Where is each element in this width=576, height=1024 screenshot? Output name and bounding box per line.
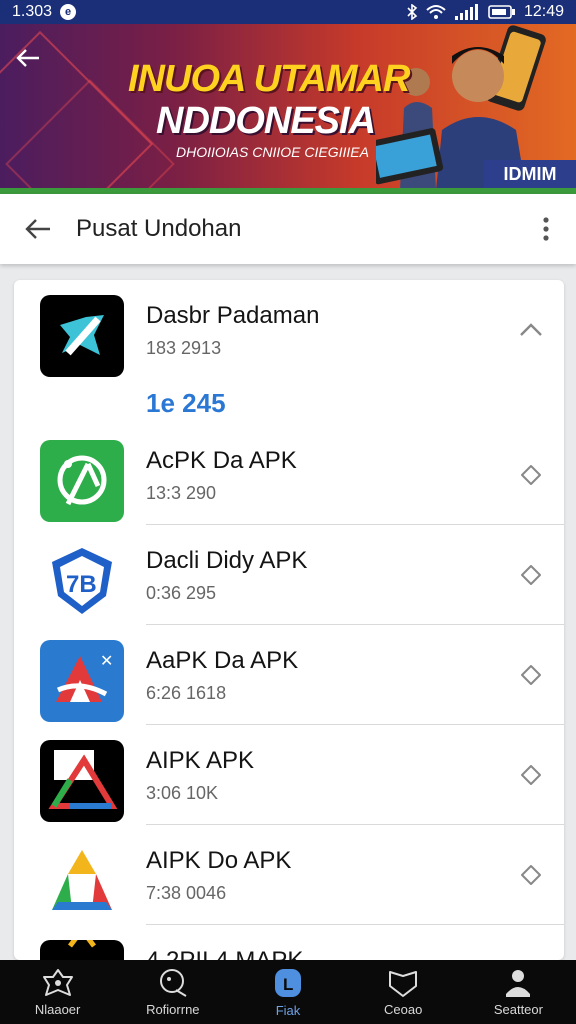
flower-icon [42, 968, 73, 996]
diamond-icon [521, 565, 541, 585]
shield-heart-icon [389, 970, 418, 997]
app-bar: Pusat Undohan [0, 194, 576, 264]
nav-label: Fiak [275, 1002, 301, 1018]
item-name: 4 2PII 4 MAPK [146, 947, 303, 960]
item-name: AcPK Da APK [146, 447, 297, 474]
item-subtitle: 0:36 295 [146, 583, 217, 603]
item-action-button[interactable] [516, 860, 546, 890]
arrow-left-icon [25, 219, 50, 239]
section-label: 1e 245 [146, 388, 226, 418]
list-item[interactable]: 4 2PII 4 MAPK [14, 925, 564, 960]
status-bar: 1.303 e 12:49 [0, 0, 576, 24]
diamond-icon [521, 765, 541, 785]
svg-text:✕: ✕ [100, 653, 113, 670]
nav-item-0[interactable]: Nlaaoer [0, 960, 115, 1024]
item-subtitle: 6:26 1618 [146, 683, 227, 703]
red-a-icon: ✕ [40, 640, 124, 722]
wifi-icon [426, 4, 446, 20]
status-time-right: 12:49 [523, 3, 564, 20]
item-name: Dasbr Padaman [146, 302, 320, 329]
promo-banner[interactable]: INUOA UTAMAR NDDONESIA DHOIIOIAS CNIIOE … [0, 24, 576, 190]
bluetooth-icon [406, 4, 418, 20]
collapse-button[interactable] [516, 315, 546, 345]
more-vert-icon [543, 217, 549, 241]
banner-tagline: DHOIIOIAS CNIIOE CIEGIIIEA [176, 144, 369, 160]
back-button[interactable] [0, 194, 76, 264]
triangle-dark-icon [40, 740, 124, 822]
status-circle-icon: e [60, 4, 77, 20]
list-item[interactable]: AcPK Da APK 13:3 290 [14, 425, 564, 525]
banner-title-line1: INUOA UTAMAR [128, 58, 410, 100]
more-options-button[interactable] [516, 194, 576, 264]
chevron-up-icon [520, 323, 542, 336]
partial-icon [40, 940, 124, 960]
status-time-left: 1.303 [12, 3, 53, 20]
item-name: Dacli Didy APK [146, 547, 308, 574]
item-subtitle: 3:06 10K [146, 783, 219, 803]
banner-title-line2: NDDONESIA [156, 100, 376, 142]
item-action-button[interactable] [516, 760, 546, 790]
list-item[interactable]: ✕ AaPK Da APK 6:26 1618 [14, 625, 564, 725]
banner-badge: IDMIM [484, 160, 576, 188]
nav-item-3[interactable]: Ceoao [346, 960, 461, 1024]
nav-item-4[interactable]: Seatteor [461, 960, 576, 1024]
blue-shield-icon: 7B [40, 540, 124, 622]
face-icon [159, 968, 187, 997]
arrow-left-icon [16, 49, 39, 67]
download-list-card: Dasbr Padaman 183 2913 1e 245 AcPK Da AP… [14, 280, 564, 960]
item-name: AIPK Do APK [146, 847, 292, 874]
nav-label: Nlaaoer [34, 1001, 81, 1017]
item-subtitle: 183 2913 [146, 338, 222, 358]
triangle-light-icon [40, 840, 124, 922]
list-item[interactable]: Dasbr Padaman 183 2913 [14, 280, 564, 380]
list-item[interactable]: 7B Dacli Didy APK 0:36 295 [14, 525, 564, 625]
svg-text:7B: 7B [66, 571, 97, 598]
nav-label: Seatteor [493, 1001, 543, 1017]
list-item[interactable]: AIPK Do APK 7:38 0046 [14, 825, 564, 925]
signal-icon [454, 4, 480, 20]
list-item[interactable]: AIPK APK 3:06 10K [14, 725, 564, 825]
svg-text:L: L [283, 975, 293, 994]
diamond-icon [521, 665, 541, 685]
green-apk-icon [40, 440, 124, 522]
bottom-navigation: Nlaaoer Rofiorrne L Fiak Ceoao Seatteor [0, 960, 576, 1024]
item-name: AIPK APK [146, 747, 255, 774]
battery-icon [488, 4, 516, 20]
item-action-button[interactable] [516, 660, 546, 690]
item-action-button[interactable] [516, 560, 546, 590]
item-subtitle: 13:3 290 [146, 483, 217, 503]
item-action-button[interactable] [516, 460, 546, 490]
person-icon [506, 969, 531, 997]
nav-label: Ceoao [384, 1001, 423, 1017]
page-title: Pusat Undohan [76, 215, 242, 242]
diamond-icon [521, 465, 541, 485]
nav-item-2[interactable]: L Fiak [230, 960, 345, 1024]
nav-item-1[interactable]: Rofiorrne [115, 960, 230, 1024]
x-logo-icon [40, 295, 124, 377]
diamond-icon [521, 865, 541, 885]
item-name: AaPK Da APK [146, 647, 299, 674]
item-subtitle: 7:38 0046 [146, 883, 227, 903]
banner-back-button[interactable] [12, 42, 44, 74]
l-badge-icon: L [275, 968, 301, 997]
nav-label: Rofiorrne [146, 1001, 200, 1017]
